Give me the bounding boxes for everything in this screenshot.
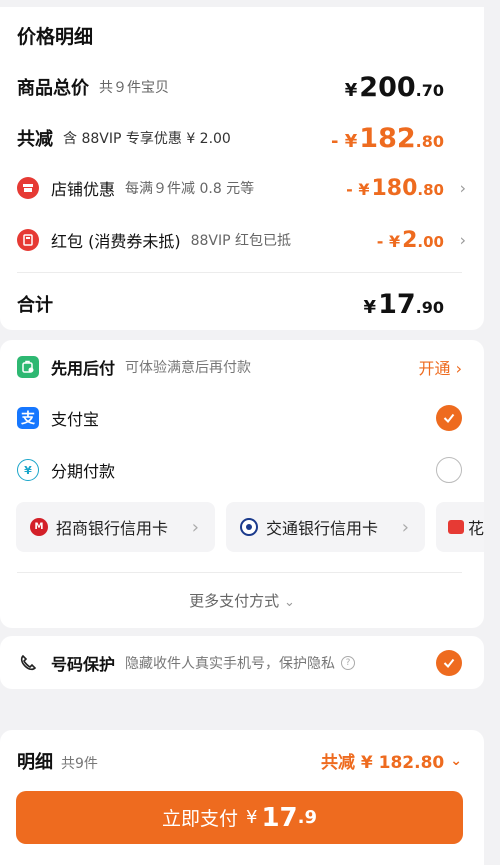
privacy-label: 号码保护 (51, 655, 116, 674)
total-discount-integer: 182 (359, 122, 416, 154)
price-detail-title: 价格明细 (17, 26, 94, 48)
sum-cents: .90 (415, 297, 444, 317)
check-icon (443, 658, 455, 669)
chevron-right-icon: › (459, 178, 466, 198)
price-detail-card: 价格明细 商品总价 共９件宝贝 ¥ 200 .70 共减 含 88VIP 专享优… (0, 7, 484, 330)
total-discount-label: 共减 (17, 129, 53, 150)
more-payment-link[interactable]: 更多支付方式 ⌄ (0, 590, 484, 611)
bank-label: 招商银行信用卡 (56, 519, 169, 538)
huabei-icon (448, 520, 464, 534)
alipay-label: 支付宝 (51, 410, 100, 429)
goods-total-row: 商品总价 共９件宝贝 ¥ 200 .70 (17, 70, 444, 104)
red-packet-cents: .00 (417, 232, 444, 251)
alipay-checkbox[interactable] (436, 405, 462, 431)
sum-row: 合计 ¥ 17 .90 (17, 287, 444, 321)
yen-glyph: ¥ (24, 463, 32, 477)
sum-label: 合计 (17, 295, 53, 316)
total-discount-price: - ¥ 182 .80 (331, 123, 444, 154)
alipay-glyph: 支 (21, 411, 35, 427)
discount-prefix: - ¥ (346, 179, 370, 199)
red-packet-label: 红包 (消费券未抵) (51, 232, 181, 251)
alipay-row[interactable]: 支 支付宝 (17, 403, 462, 433)
currency-symbol: ¥ (246, 807, 258, 828)
phone-icon (17, 652, 39, 674)
shop-discount-rule: 每满９件减 0.8 元等 (125, 181, 255, 197)
goods-total-label: 商品总价 (17, 78, 89, 99)
shop-discount-cents: .80 (417, 180, 444, 199)
installment-row[interactable]: ¥ 分期付款 (17, 455, 462, 485)
red-packet-note: 88VIP 红包已抵 (190, 233, 291, 249)
vip-discount-note: 含 88VIP 专享优惠 ¥ 2.00 (63, 131, 231, 147)
pay-now-integer: 17 (261, 802, 298, 833)
shop-discount-row[interactable]: 店铺优惠 每满９件减 0.8 元等 - ¥ 180 .80 › (17, 173, 466, 203)
total-discount-row: 共减 含 88VIP 专享优惠 ¥ 2.00 - ¥ 182 .80 (17, 121, 444, 155)
bocom-logo-icon (240, 518, 258, 536)
total-discount-cents: .80 (415, 131, 444, 151)
pay-later-label: 先用后付 (51, 359, 116, 378)
goods-total-integer: 200 (359, 71, 416, 103)
red-packet-integer: 2 (402, 227, 418, 253)
pay-now-label: 立即支付 (161, 808, 238, 830)
shop-discount-price: - ¥ 180 .80 (346, 176, 444, 201)
installment-icon: ¥ (17, 459, 39, 481)
order-summary: 明细 共9件 (17, 748, 98, 774)
pay-later-note: 可体验满意后再付款 (125, 360, 252, 376)
goods-total-cents: .70 (415, 80, 444, 100)
check-icon (443, 413, 455, 424)
pay-now-decimal: .9 (297, 807, 318, 828)
privacy-card: 号码保护 隐藏收件人真实手机号，保护隐私 ? (0, 636, 484, 689)
pay-now-button[interactable]: 立即支付 ¥ 17 .9 (16, 791, 463, 844)
bank-label: 花 (467, 519, 484, 538)
red-packet-row[interactable]: 红包 (消费券未抵) 88VIP 红包已抵 - ¥ 2 .00 › (17, 225, 466, 255)
alipay-icon: 支 (17, 407, 39, 429)
bank-label: 交通银行信用卡 (266, 519, 379, 538)
pay-later-action: 开通 (418, 359, 451, 378)
goods-total-price: ¥ 200 .70 (345, 72, 444, 103)
double-chevron-down-icon: ⌄ (450, 752, 462, 769)
sum-price: ¥ 17 .90 (364, 289, 444, 320)
chevron-right-icon: › (401, 516, 409, 538)
help-icon[interactable]: ? (341, 656, 356, 670)
top-strip (0, 0, 500, 7)
bank-chip-cmb[interactable]: M 招商银行信用卡 › (16, 502, 215, 552)
privacy-checkbox[interactable] (436, 650, 462, 676)
shop-discount-integer: 180 (371, 175, 418, 201)
goods-count: 共９件宝贝 (99, 80, 169, 96)
shop-coupon-icon (17, 177, 39, 199)
summary-count: 共9件 (61, 756, 98, 772)
chevron-right-icon: › (459, 230, 466, 250)
pay-later-enable-link[interactable]: 开通 › (418, 355, 462, 379)
divider (17, 272, 462, 273)
currency-symbol: ¥ (344, 79, 358, 101)
more-payment-label: 更多支付方式 (189, 592, 280, 610)
installment-label: 分期付款 (51, 462, 116, 481)
shop-discount-label: 店铺优惠 (51, 180, 116, 199)
chevron-down-icon: ⌄ (283, 595, 295, 610)
discount-summary-text: 共减 ¥ 182.80 (320, 753, 445, 773)
privacy-note: 隐藏收件人真实手机号，保护隐私 (125, 656, 336, 672)
chevron-right-icon: › (191, 516, 199, 538)
cmb-logo-icon: M (30, 518, 48, 536)
discount-prefix: - ¥ (376, 231, 401, 251)
bank-chip-huabei[interactable]: 花 (436, 502, 484, 552)
installment-radio[interactable] (436, 457, 462, 483)
red-packet-price: - ¥ 2 .00 (377, 228, 444, 253)
pay-later-row[interactable]: 先用后付 可体验满意后再付款 开通 › (17, 352, 462, 382)
bottom-checkout-bar: 明细 共9件 共减 ¥ 182.80 ⌄ 立即支付 ¥ 17 .9 (0, 730, 484, 865)
sum-integer: 17 (378, 288, 416, 320)
divider (17, 572, 462, 573)
red-packet-icon (17, 229, 39, 251)
discount-prefix: - ¥ (331, 130, 358, 152)
privacy-row[interactable]: 号码保护 隐藏收件人真实手机号，保护隐私 ? (17, 648, 462, 678)
currency-symbol: ¥ (363, 296, 377, 318)
payment-card: 先用后付 可体验满意后再付款 开通 › 支 支付宝 ¥ 分期付款 M 招商银行信… (0, 340, 484, 628)
chevron-right-icon: › (455, 359, 462, 378)
summary-label: 明细 (17, 752, 53, 773)
pay-later-icon (17, 356, 39, 378)
bank-chip-bocom[interactable]: 交通银行信用卡 › (226, 502, 425, 552)
discount-summary-toggle[interactable]: 共减 ¥ 182.80 ⌄ (320, 748, 462, 774)
